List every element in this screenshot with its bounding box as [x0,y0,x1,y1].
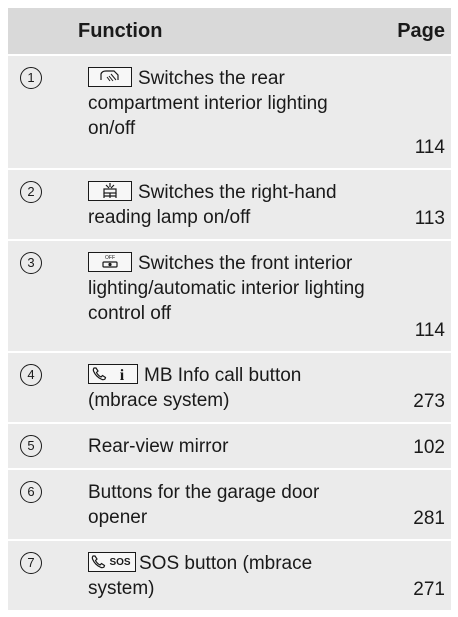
page-number: 113 [371,168,451,240]
function-cell: OFF Switches the front interior lighting/… [78,239,371,352]
icon-label: SOS [109,557,130,568]
table-row: 7 SOS SOS button (mbrace system) 271 [8,539,451,610]
phone-info-icon: i [88,364,138,384]
table-row: 3 OFF Switches the front interior lightin… [8,239,451,352]
item-number: 4 [20,364,42,386]
table-row: 1 Switches the rear compartment interior… [8,54,451,169]
page-number: 102 [371,422,451,469]
header-blank [8,8,78,55]
table-row: 4 i MB Info call button (mbrace system) 2… [8,351,451,423]
table-row: 6 Buttons for the garage door opener 281 [8,468,451,540]
function-cell: i MB Info call button (mbrace system) [78,351,371,423]
phone-sos-icon: SOS [88,552,136,572]
function-cell: Switches the rear compartment interior l… [78,54,371,169]
reading-lamp-icon [88,181,132,201]
item-number: 3 [20,252,42,274]
function-table: Function Page 1 Switches the rear compar… [8,8,451,610]
function-cell: Switches the right-hand reading lamp on/… [78,168,371,240]
function-cell: SOS SOS button (mbrace system) [78,539,371,610]
table-row: 2 Switches the right-hand reading lamp o… [8,168,451,240]
header-function: Function [78,8,371,55]
item-number: 1 [20,67,42,89]
table-header: Function Page [8,8,451,55]
front-light-off-icon: OFF [88,252,132,272]
function-cell: Buttons for the garage door opener [78,468,371,540]
page-number: 114 [371,54,451,169]
rear-interior-light-icon [88,67,132,87]
page-number: 114 [371,239,451,352]
page-number: 273 [371,351,451,423]
function-text: Rear-view mirror [88,436,229,457]
icon-label: i [120,367,125,382]
item-number: 5 [20,435,42,457]
page-number: 271 [371,539,451,610]
function-text: Buttons for the garage door opener [88,482,320,528]
icon-label: OFF [105,255,115,261]
table-row: 5 Rear-view mirror 102 [8,422,451,469]
item-number: 7 [20,552,42,574]
page-number: 281 [371,468,451,540]
header-page: Page [371,8,451,55]
item-number: 6 [20,481,42,503]
function-cell: Rear-view mirror [78,422,371,469]
item-number: 2 [20,181,42,203]
